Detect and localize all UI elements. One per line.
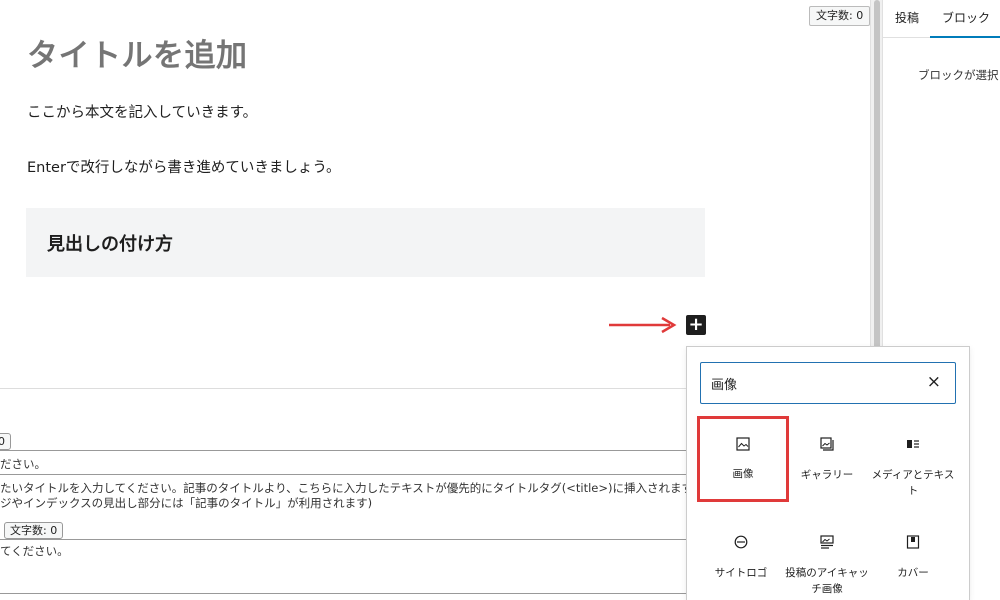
meta-help-text: たいタイトルを入力してください。記事のタイトルより、こちらに入力したテキストが優…: [0, 481, 773, 495]
meta-divider: [0, 450, 700, 451]
block-item-media-text[interactable]: メディアとテキスト: [869, 419, 957, 503]
block-label: カバー: [897, 567, 929, 579]
image-icon: [736, 437, 750, 451]
meta-divider: [0, 539, 700, 540]
gallery-icon: [820, 437, 834, 451]
sidebar-message: ブロックが選択さ: [918, 68, 1000, 82]
block-search-input[interactable]: [711, 374, 911, 392]
block-item-featured-image[interactable]: 投稿のアイキャッチ画像: [783, 517, 871, 600]
meta-char-count: 0: [0, 433, 11, 450]
block-label: 投稿のアイキャッチ画像: [785, 567, 869, 595]
site-logo-icon: [734, 535, 748, 549]
featured-image-icon: [820, 535, 834, 549]
block-item-gallery[interactable]: ギャラリー: [783, 419, 871, 503]
cover-icon: [906, 535, 920, 549]
tab-post[interactable]: 投稿: [895, 0, 919, 38]
media-text-icon: [907, 440, 919, 448]
block-label: ギャラリー: [800, 469, 854, 481]
meta-text[interactable]: てください。: [0, 543, 69, 559]
block-item-image[interactable]: 画像: [697, 416, 789, 502]
block-inserter-toggle-button[interactable]: +: [686, 315, 706, 335]
word-count-badge: 文字数: 0: [809, 6, 871, 26]
block-item-site-logo[interactable]: サイトロゴ: [697, 517, 785, 600]
block-search-box[interactable]: ×: [700, 362, 956, 404]
meta-help-text: ジやインデックスの見出し部分には「記事のタイトル」が利用されます): [0, 496, 373, 510]
meta-char-count: 文字数: 0: [4, 522, 64, 539]
heading-block[interactable]: 見出しの付け方: [26, 208, 705, 277]
block-label: メディアとテキスト: [871, 469, 955, 497]
close-icon[interactable]: ×: [927, 372, 941, 392]
meta-divider: [0, 474, 700, 475]
post-title[interactable]: タイトルを追加: [27, 30, 248, 75]
heading-text[interactable]: 見出しの付け方: [47, 230, 173, 256]
scrollbar-thumb[interactable]: [874, 0, 880, 350]
block-label: サイトロゴ: [714, 567, 768, 579]
block-label: 画像: [732, 468, 754, 480]
sidebar-tabs: 投稿 ブロック: [883, 0, 1000, 38]
annotation-arrow-icon: [609, 316, 677, 334]
tab-block[interactable]: ブロック: [930, 0, 1000, 38]
paragraph-block[interactable]: Enterで改行しながら書き進めていきましょう。: [27, 156, 341, 177]
meta-divider: [0, 593, 700, 594]
paragraph-block[interactable]: ここから本文を記入していきます。: [27, 101, 257, 122]
block-inserter-popover: × 画像 ギャラリー メディアとテキスト サイトロゴ: [686, 346, 970, 600]
block-item-cover[interactable]: カバー: [869, 517, 957, 600]
meta-text[interactable]: ださい。: [0, 456, 46, 472]
